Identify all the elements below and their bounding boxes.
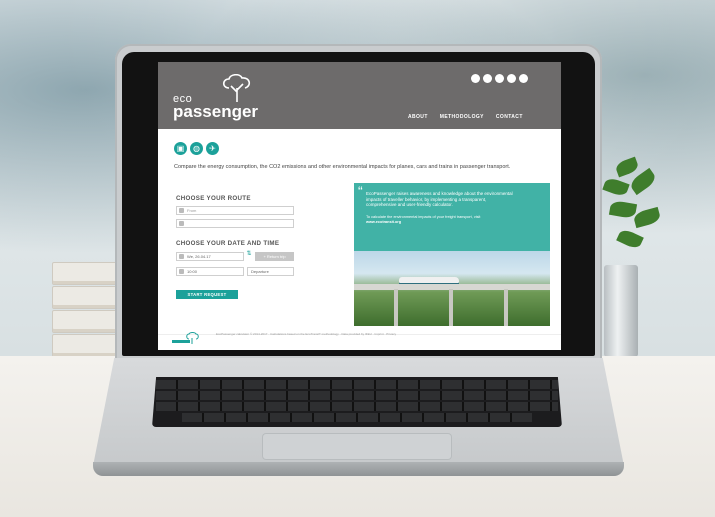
pin-icon	[179, 208, 184, 213]
date-stepper[interactable]: ⇅	[246, 251, 252, 261]
site-header: eco passenger ABOUT METHODOLOGY CONTACT	[158, 62, 561, 129]
nav-contact[interactable]: CONTACT	[496, 114, 523, 120]
logo-passenger-text: passenger	[173, 102, 259, 121]
quote-subtext: To calculate the environmental impacts o…	[366, 215, 486, 225]
social-icon-4[interactable]	[507, 74, 516, 83]
date-value: We, 26.04.17	[187, 254, 211, 259]
time-value: 10:00	[187, 269, 198, 274]
plane-icon[interactable]: ✈	[206, 142, 219, 155]
return-trip-button[interactable]: + Return trip	[255, 252, 294, 261]
quote-sub: To calculate the environmental impacts o…	[366, 215, 481, 219]
train-icon[interactable]: ▣	[174, 142, 187, 155]
departure-select[interactable]: Departure	[247, 267, 294, 276]
footer-logo-icon	[172, 332, 199, 344]
laptop-base-edge	[93, 462, 624, 476]
transport-mode-selector: ▣ ◍ ✈	[174, 142, 219, 155]
clock-icon	[179, 269, 184, 274]
car-icon[interactable]: ◍	[190, 142, 203, 155]
start-request-button[interactable]: START REQUEST	[176, 290, 238, 299]
social-icon-5[interactable]	[519, 74, 528, 83]
quote-text: EcoPassenger raises awareness and knowle…	[366, 191, 513, 207]
departure-value: Departure	[251, 269, 269, 274]
main-nav: ABOUT METHODOLOGY CONTACT	[408, 114, 523, 120]
trackpad	[262, 433, 452, 460]
plant-pot	[604, 265, 638, 357]
intro-text: Compare the energy consumption, the CO2 …	[174, 164, 511, 170]
social-icon-3[interactable]	[495, 74, 504, 83]
route-title: CHOOSE YOUR ROUTE	[176, 195, 251, 202]
to-input[interactable]	[176, 219, 294, 228]
pin-icon	[179, 221, 184, 226]
tree-logo-icon	[222, 74, 251, 102]
quote-mark: “	[358, 183, 363, 199]
website-screen: eco passenger ABOUT METHODOLOGY CONTACT …	[158, 62, 561, 350]
nav-about[interactable]: ABOUT	[408, 114, 428, 120]
calendar-icon	[179, 254, 184, 259]
time-input[interactable]: 10:00	[176, 267, 244, 276]
quote-box: “ EcoPassenger raises awareness and know…	[354, 183, 550, 251]
footer-text: EcoPassenger calculator © 2014-2017 · Ca…	[216, 332, 397, 336]
social-icon-1[interactable]	[471, 74, 480, 83]
plant	[596, 150, 666, 270]
ecotransit-link[interactable]: www.ecotransit.org	[366, 220, 401, 224]
social-links	[471, 74, 528, 83]
keyboard	[152, 377, 562, 427]
from-input[interactable]: From	[176, 206, 294, 215]
date-input[interactable]: We, 26.04.17	[176, 252, 244, 261]
from-placeholder: From	[187, 208, 197, 213]
nav-methodology[interactable]: METHODOLOGY	[440, 114, 484, 120]
train-bridge-photo	[354, 251, 550, 326]
social-icon-2[interactable]	[483, 74, 492, 83]
datetime-title: CHOOSE YOUR DATE AND TIME	[176, 240, 280, 247]
